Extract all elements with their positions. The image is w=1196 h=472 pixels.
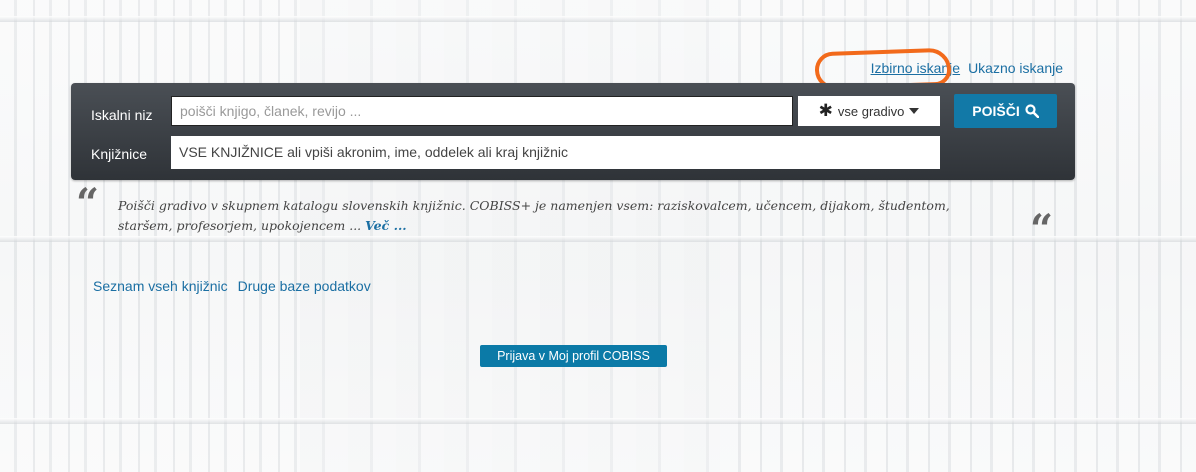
material-type-value: vse gradivo	[837, 103, 905, 119]
asterisk-icon: ✱	[818, 101, 833, 120]
query-label: Iskalni niz	[91, 107, 153, 123]
search-panel: Iskalni niz poišči knjigo, članek, revij…	[71, 83, 1075, 180]
search-input[interactable]: poišči knjigo, članek, revijo ...	[171, 96, 793, 126]
footer-links: Seznam vseh knjižnic Druge baze podatkov	[93, 278, 371, 294]
more-link[interactable]: Več ...	[365, 218, 407, 233]
quote-close-icon: “	[1030, 206, 1054, 253]
intro-text-line2: staršem, profesorjem, upokojencem ...	[118, 218, 362, 233]
intro-text: Poišči gradivo v skupnem katalogu sloven…	[118, 196, 1023, 236]
search-button-label: POIŠČI	[972, 103, 1020, 119]
intro-text-line: Poišči gradivo v skupnem katalogu sloven…	[118, 198, 950, 213]
other-databases-link[interactable]: Druge baze podatkov	[238, 278, 371, 294]
shelf-divider	[0, 16, 1196, 22]
shelf-divider	[0, 236, 1196, 242]
libraries-input[interactable]: VSE KNJIŽNICE ali vpiši akronim, ime, od…	[171, 136, 940, 169]
intro-text-line: staršem, profesorjem, upokojencem ... Ve…	[118, 216, 1023, 236]
search-icon	[1025, 104, 1039, 118]
command-search-link[interactable]: Ukazno iskanje	[968, 60, 1063, 76]
caret-down-icon	[909, 108, 920, 114]
material-type-select[interactable]: ✱ vse gradivo	[798, 96, 940, 126]
search-button[interactable]: POIŠČI	[954, 94, 1057, 128]
login-button[interactable]: Prijava v Moj profil COBISS	[480, 345, 667, 367]
all-libraries-link[interactable]: Seznam vseh knjižnic	[93, 278, 228, 294]
quote-open-icon: “	[76, 180, 100, 227]
shelf-divider	[0, 418, 1196, 424]
libraries-label: Knjižnice	[91, 146, 148, 162]
